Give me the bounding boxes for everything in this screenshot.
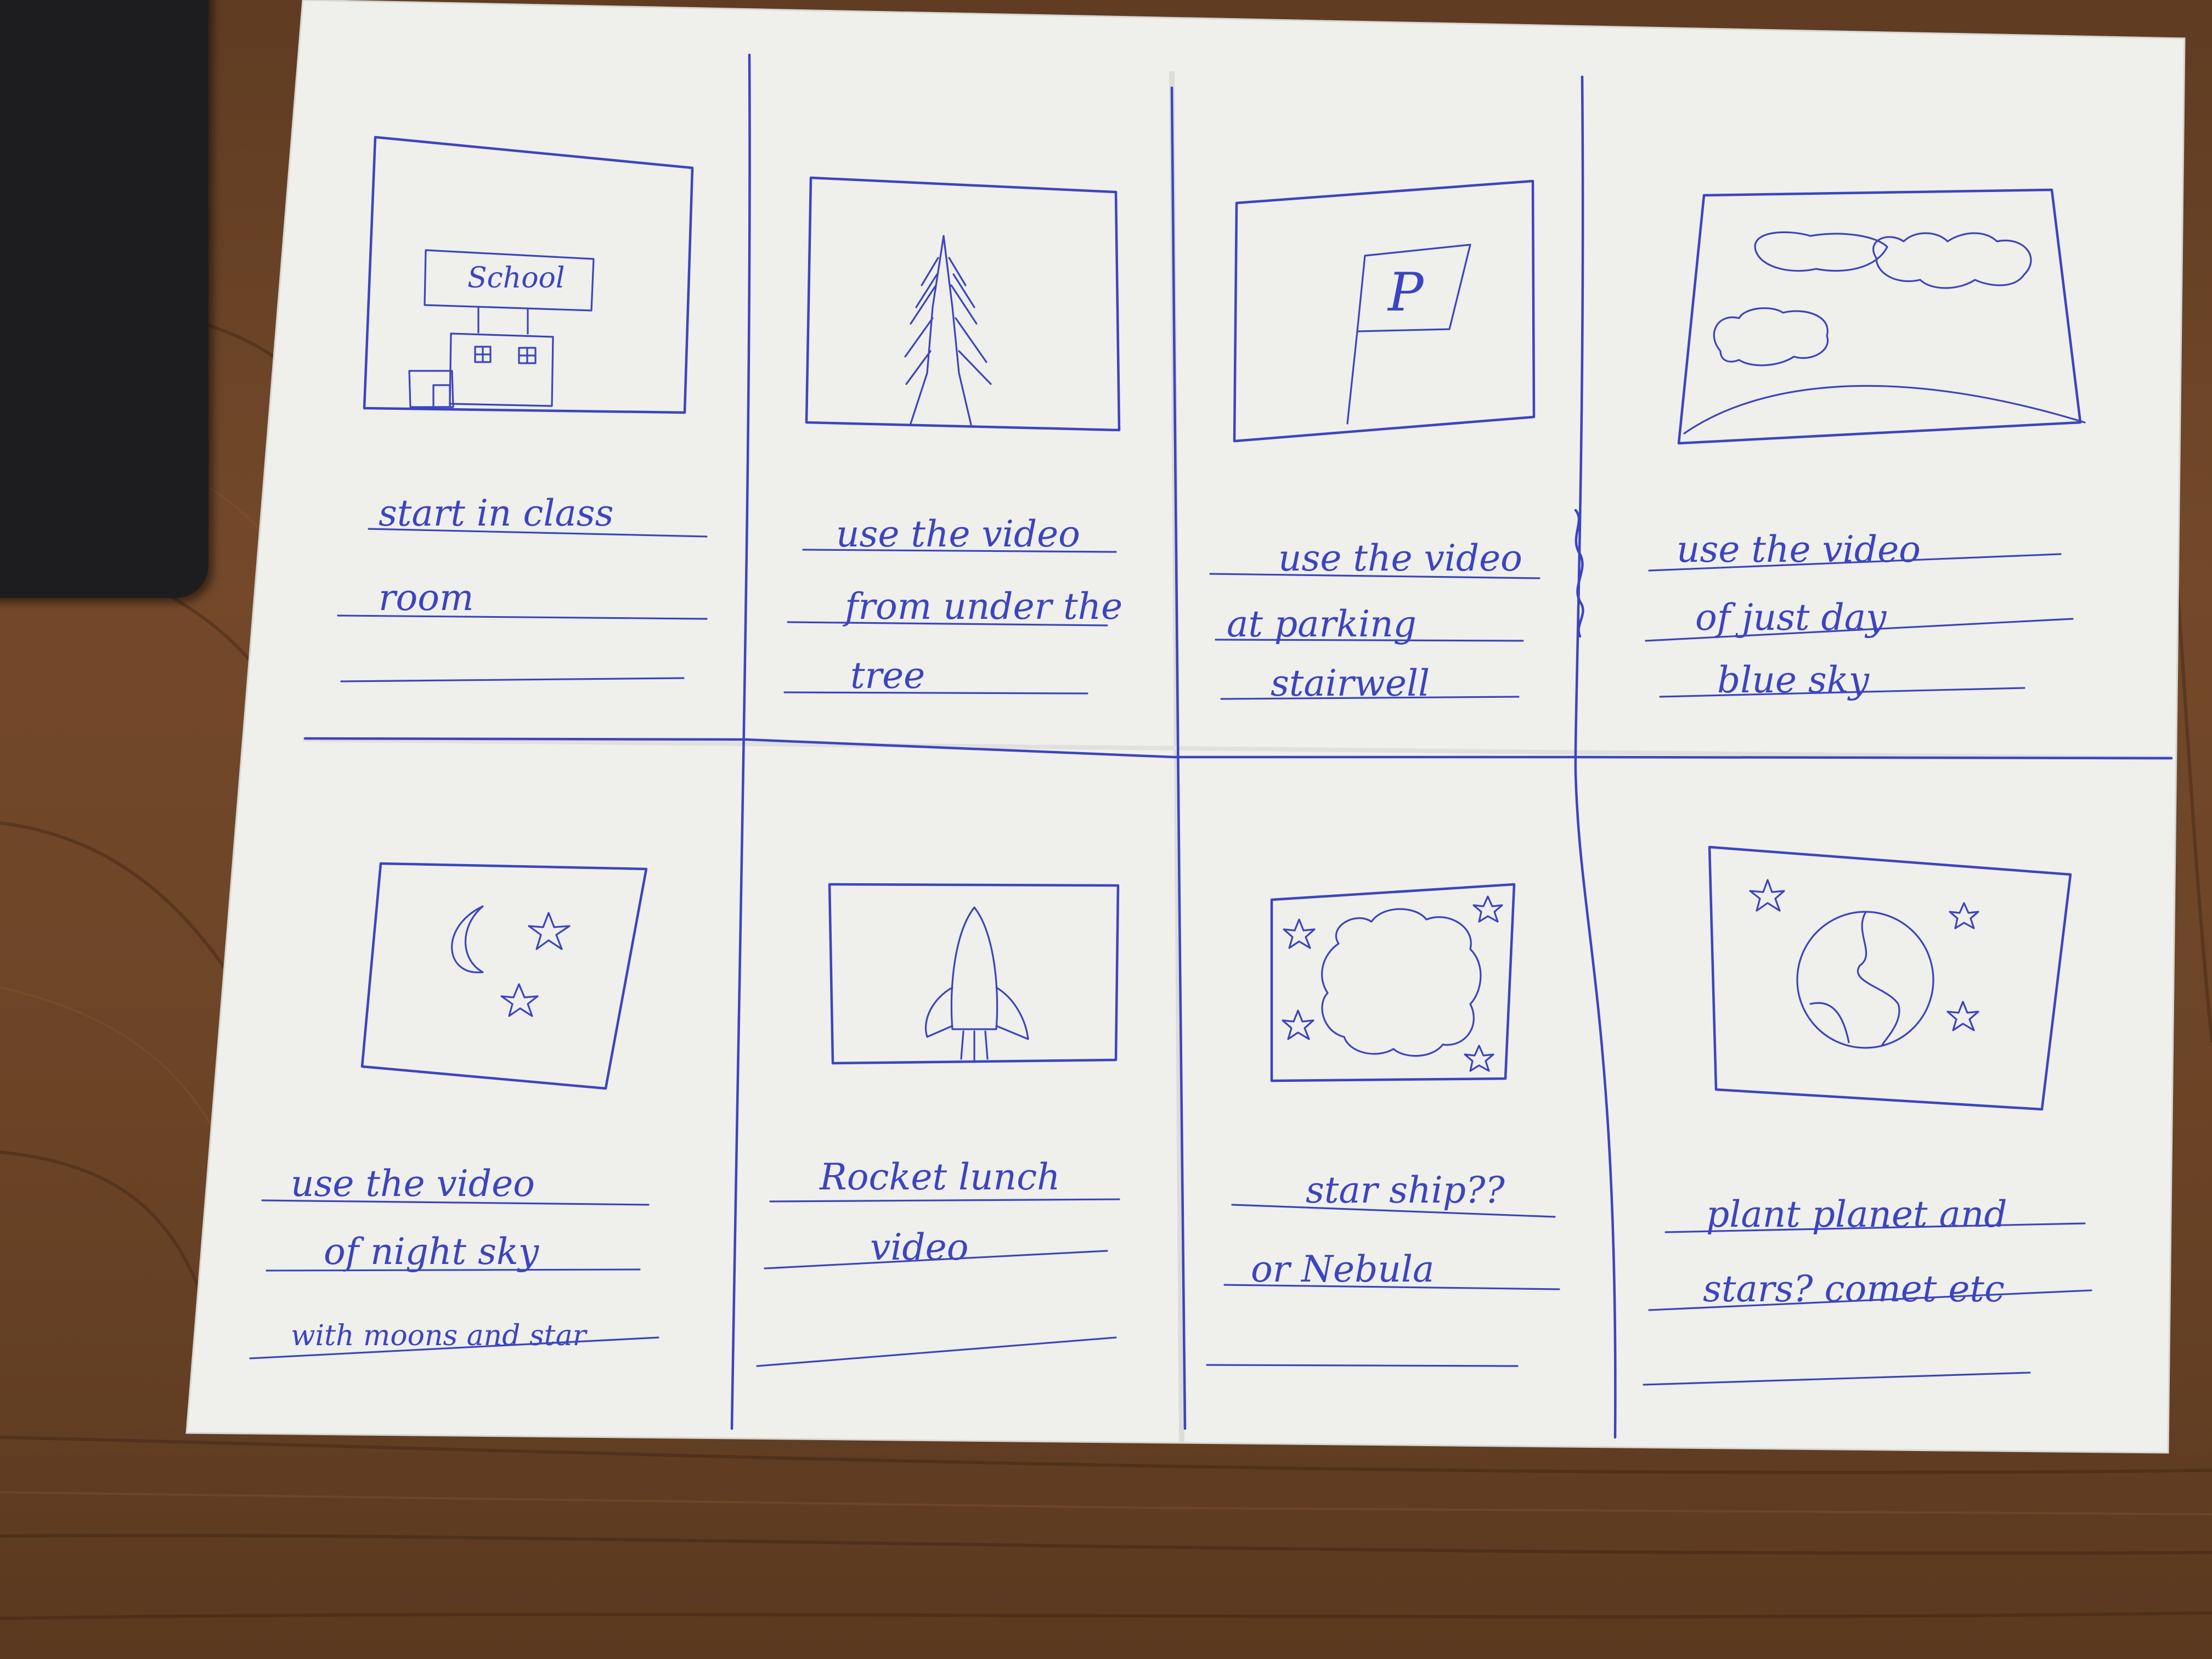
caption-line-1: use the video xyxy=(291,1163,535,1205)
caption-line-1: start in class xyxy=(379,492,614,534)
caption-line-2: at parking xyxy=(1227,603,1417,645)
caption-line-1: use the video xyxy=(1677,528,1921,571)
school-sign-label: School xyxy=(467,262,565,295)
caption-line-3: with moons and star xyxy=(291,1319,588,1352)
caption-line-2: video xyxy=(870,1226,968,1268)
caption-line-2: of night sky xyxy=(324,1231,539,1273)
caption-line-2: from under the xyxy=(842,585,1122,628)
caption-line-2: or Nebula xyxy=(1251,1248,1434,1290)
caption-line-1: plant planet and xyxy=(1706,1193,2007,1235)
caption-line-1: use the video xyxy=(1278,537,1522,579)
caption-line-3: blue sky xyxy=(1717,659,1870,701)
storyboard-paper: School start in class room use the video… xyxy=(185,0,2186,1454)
caption-line-1: use the video xyxy=(836,513,1080,555)
caption-line-2: room xyxy=(379,577,474,619)
caption-line-2: stars? comet etc xyxy=(1703,1268,2005,1310)
caption-line-2: of just day xyxy=(1695,596,1887,639)
caption-line-1: star ship?? xyxy=(1306,1169,1505,1211)
caption-line-1: Rocket lunch xyxy=(819,1156,1060,1198)
parking-sign-label: P xyxy=(1387,262,1424,323)
caption-line-3: tree xyxy=(850,654,925,697)
caption-line-3: stairwell xyxy=(1271,662,1430,704)
